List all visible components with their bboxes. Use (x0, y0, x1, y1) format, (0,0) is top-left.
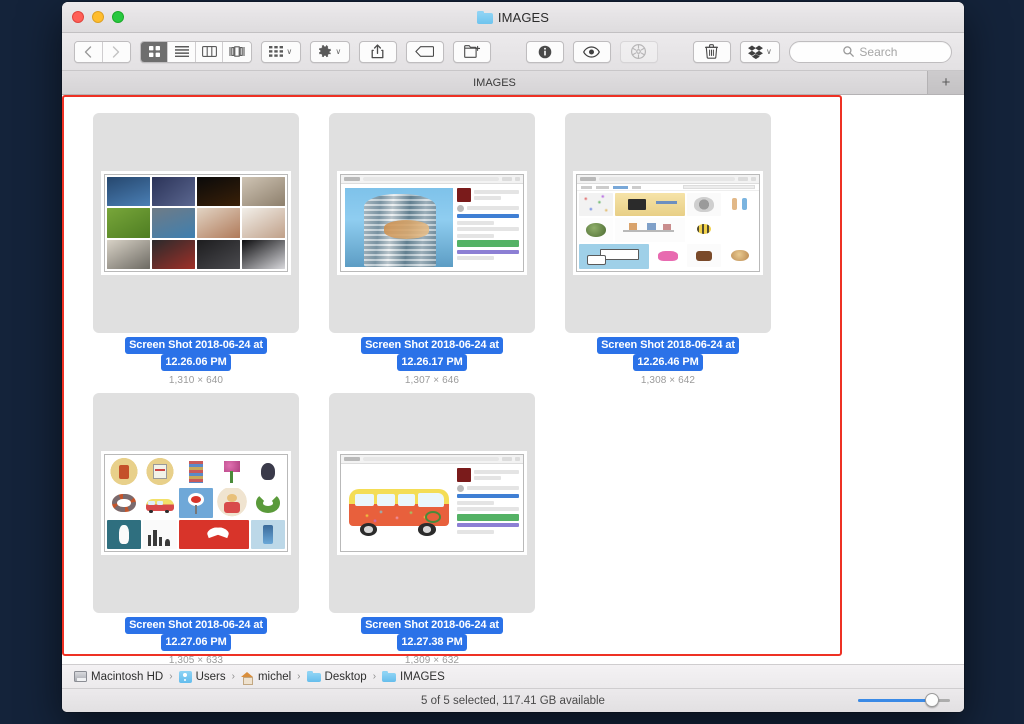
icon-grid: Screen Shot 2018-06-24 at 12.26.06 PM 1,… (62, 95, 964, 664)
breadcrumb-separator: › (372, 671, 377, 682)
burn-button (619, 40, 658, 63)
file-dimensions: 1,307 × 646 (404, 375, 460, 386)
file-name-line1: Screen Shot 2018-06-24 at (125, 337, 267, 354)
file-label[interactable]: Screen Shot 2018-06-24 at 12.26.17 PM 1,… (327, 337, 537, 388)
file-label[interactable]: Screen Shot 2018-06-24 at 12.27.06 PM 1,… (91, 617, 301, 664)
thumbnail-web-bus (340, 454, 524, 552)
file-name-line1: Screen Shot 2018-06-24 at (597, 337, 739, 354)
breadcrumb-label: Desktop (324, 670, 367, 683)
new-tab-button[interactable]: + (928, 71, 964, 94)
column-view-button[interactable] (195, 41, 224, 62)
file-name-line2: 12.27.38 PM (397, 634, 467, 651)
file-name-line1: Screen Shot 2018-06-24 at (125, 617, 267, 634)
file-label[interactable]: Screen Shot 2018-06-24 at 12.27.38 PM 1,… (327, 617, 537, 664)
chevron-down-icon: ∨ (335, 46, 342, 56)
breadcrumb-michel[interactable]: michel (240, 670, 292, 685)
file-name-line2: 12.27.06 PM (161, 634, 231, 651)
breadcrumb-images[interactable]: IMAGES (382, 671, 445, 683)
thumbnail-photo-grid (104, 174, 288, 272)
toolbar: ∨ ∨ ∨ Search (62, 33, 964, 71)
new-folder-button[interactable] (452, 40, 491, 63)
thumbnail-illustration-search (576, 174, 760, 272)
slider-fill (858, 699, 932, 702)
file-grid-area[interactable]: Screen Shot 2018-06-24 at 12.26.06 PM 1,… (62, 95, 964, 664)
thumbnail-web-building (340, 174, 524, 272)
file-name-line2: 12.26.06 PM (161, 354, 231, 371)
harddisk-icon (74, 671, 87, 682)
title-bar: IMAGES (62, 2, 964, 33)
file-item[interactable]: Screen Shot 2018-06-24 at 12.26.17 PM 1,… (314, 109, 550, 389)
file-dimensions: 1,310 × 640 (168, 375, 224, 386)
folder-icon (382, 671, 397, 682)
dropbox-button[interactable]: ∨ (739, 40, 780, 63)
action-menu-button[interactable]: ∨ (309, 40, 350, 63)
file-dimensions: 1,308 × 642 (640, 375, 696, 386)
navigation-buttons (74, 40, 131, 63)
finder-window: IMAGES ∨ ∨ ∨ Search IMAGES + Screen Shot… (62, 2, 964, 712)
breadcrumb-separator: › (169, 671, 173, 682)
quick-look-button[interactable] (572, 40, 611, 63)
slider-knob[interactable] (924, 693, 939, 707)
search-field[interactable]: Search (788, 40, 952, 63)
icon-view-button[interactable] (140, 41, 169, 62)
thumbnail-card (329, 393, 535, 613)
view-mode-buttons (139, 40, 252, 63)
breadcrumb-macintosh-hd[interactable]: Macintosh HD (74, 671, 163, 683)
file-name-line1: Screen Shot 2018-06-24 at (361, 337, 503, 354)
home-icon (240, 671, 254, 685)
breadcrumb-separator: › (297, 671, 301, 682)
folder-icon (306, 671, 321, 682)
file-item[interactable]: Screen Shot 2018-06-24 at 12.27.38 PM 1,… (314, 389, 550, 664)
page-title: IMAGES (497, 10, 550, 25)
status-text: 5 of 5 selected, 117.41 GB available (421, 694, 605, 707)
breadcrumb-users[interactable]: Users (178, 670, 226, 683)
arrange-by-button[interactable]: ∨ (260, 40, 301, 63)
tab-bar: IMAGES + (62, 71, 964, 95)
breadcrumb-label: michel (257, 670, 292, 683)
file-name-line2: 12.26.46 PM (633, 354, 703, 371)
tab-images[interactable]: IMAGES (62, 71, 928, 94)
file-dimensions: 1,309 × 632 (404, 655, 460, 664)
coverflow-view-button[interactable] (223, 41, 251, 62)
folder-icon (476, 11, 493, 24)
delete-button[interactable] (692, 40, 731, 63)
file-name-line1: Screen Shot 2018-06-24 at (361, 617, 503, 634)
file-item[interactable]: Screen Shot 2018-06-24 at 12.26.46 PM 1,… (550, 109, 786, 389)
file-name-line2: 12.26.17 PM (397, 354, 467, 371)
tag-button[interactable] (405, 40, 444, 63)
status-bar: 5 of 5 selected, 117.41 GB available (62, 688, 964, 712)
breadcrumb-desktop[interactable]: Desktop (306, 670, 367, 683)
window-title-group: IMAGES (62, 2, 964, 33)
search-placeholder: Search (859, 44, 898, 59)
file-label[interactable]: Screen Shot 2018-06-24 at 12.26.06 PM 1,… (91, 337, 301, 388)
back-button[interactable] (75, 41, 103, 62)
breadcrumb-label: Users (195, 670, 226, 683)
file-item[interactable]: Screen Shot 2018-06-24 at 12.26.06 PM 1,… (78, 109, 314, 389)
file-label[interactable]: Screen Shot 2018-06-24 at 12.26.46 PM 1,… (563, 337, 773, 388)
thumbnail-card (329, 113, 535, 333)
thumbnail-card (565, 113, 771, 333)
users-folder-icon (178, 670, 192, 683)
thumbnail-illustration-grid (104, 454, 288, 552)
icon-size-slider[interactable] (858, 693, 950, 707)
info-button[interactable] (525, 40, 564, 63)
breadcrumb-separator: › (231, 671, 235, 682)
file-dimensions: 1,305 × 633 (168, 655, 224, 664)
thumbnail-card (93, 393, 299, 613)
search-icon (843, 46, 855, 57)
list-view-button[interactable] (168, 41, 196, 62)
chevron-down-icon: ∨ (765, 46, 772, 56)
share-button[interactable] (358, 40, 397, 63)
path-bar: Macintosh HD › Users › michel › Desktop … (62, 664, 964, 688)
forward-button[interactable] (102, 41, 130, 62)
breadcrumb-label: Macintosh HD (91, 670, 164, 683)
thumbnail-card (93, 113, 299, 333)
chevron-down-icon: ∨ (286, 46, 293, 56)
file-item[interactable]: Screen Shot 2018-06-24 at 12.27.06 PM 1,… (78, 389, 314, 664)
breadcrumb-label: IMAGES (400, 670, 445, 683)
